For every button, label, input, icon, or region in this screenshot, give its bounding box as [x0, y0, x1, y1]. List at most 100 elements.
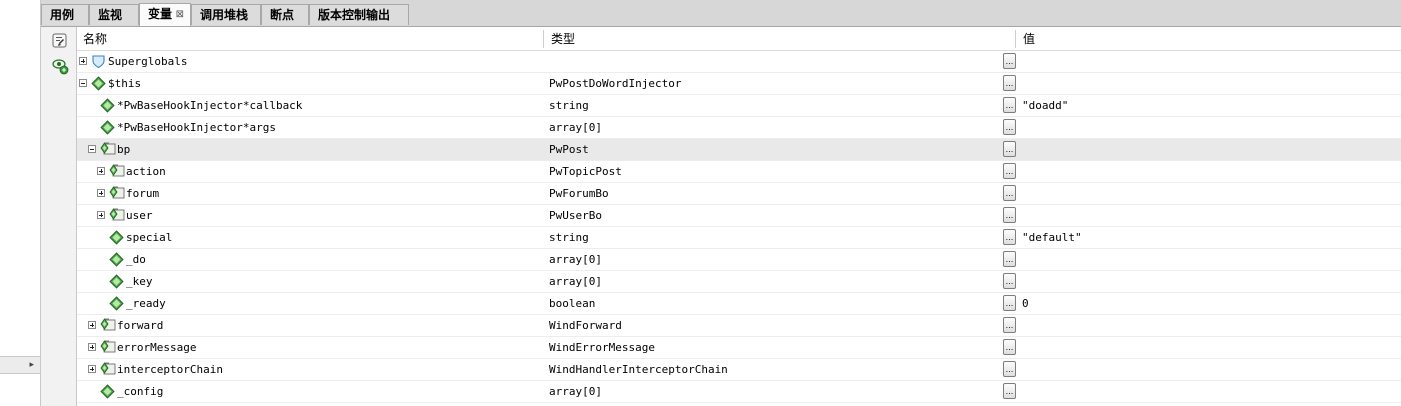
variable-name: action [126, 165, 166, 178]
table-row[interactable]: user PwUserBo... [77, 205, 1401, 227]
edit-value-button[interactable]: ... [1003, 361, 1016, 377]
object-variable-icon [109, 208, 125, 223]
table-row[interactable]: bp PwPost... [77, 139, 1401, 161]
scroll-right-icon[interactable]: ▸ [29, 360, 34, 370]
expand-icon[interactable] [88, 321, 96, 329]
edit-value-button[interactable]: ... [1003, 207, 1016, 223]
object-variable-icon [109, 186, 125, 201]
close-tab-icon[interactable]: ⊠ [176, 4, 184, 25]
tab-1[interactable]: 监视 [89, 4, 139, 25]
edit-value-button[interactable]: ... [1003, 53, 1016, 69]
table-row[interactable]: _key array[0]... [77, 271, 1401, 293]
edit-value-button[interactable]: ... [1003, 97, 1016, 113]
tab-5[interactable]: 版本控制输出 [309, 4, 409, 25]
variable-type: array[0] [549, 121, 602, 134]
variable-icon [109, 252, 124, 267]
edit-value-button[interactable]: ... [1003, 273, 1016, 289]
table-row[interactable]: errorMessage WindErrorMessage... [77, 337, 1401, 359]
object-variable-icon [109, 164, 125, 179]
table-row[interactable]: interceptorChain WindHandlerInterceptorCh… [77, 359, 1401, 381]
variable-name: _key [126, 275, 153, 288]
variable-name: _ready [126, 297, 166, 310]
variable-type: PwUserBo [549, 209, 602, 222]
tab-0[interactable]: 用例 [41, 4, 89, 25]
superglobals-icon [91, 54, 106, 69]
table-row[interactable]: action PwTopicPost... [77, 161, 1401, 183]
variable-icon [91, 76, 106, 91]
variables-toolbar [41, 27, 77, 406]
edit-value-button[interactable]: ... [1003, 141, 1016, 157]
column-divider[interactable] [1015, 30, 1016, 48]
table-row[interactable]: Superglobals... [77, 51, 1401, 73]
variable-value: "doadd" [1022, 99, 1069, 112]
table-row[interactable]: _ready boolean... 0 [77, 293, 1401, 315]
left-panel: ▸ [0, 0, 41, 406]
variable-name: _do [126, 253, 146, 266]
variable-type: array[0] [549, 275, 602, 288]
variable-value: 0 [1022, 297, 1029, 310]
expand-icon[interactable] [88, 343, 96, 351]
edit-value-button[interactable]: ... [1003, 383, 1016, 399]
variable-type: WindHandlerInterceptorChain [549, 363, 728, 376]
expand-icon[interactable] [88, 365, 96, 373]
tab-4[interactable]: 断点 [261, 4, 309, 25]
variable-name: user [126, 209, 153, 222]
variable-type: PwPostDoWordInjector [549, 77, 682, 90]
column-header-type[interactable]: 类型 [545, 28, 1015, 50]
column-header-name[interactable]: 名称 [77, 28, 547, 50]
edit-value-button[interactable]: ... [1003, 163, 1016, 179]
variable-name: interceptorChain [117, 363, 223, 376]
variable-name: Superglobals [108, 55, 188, 68]
edit-value-button[interactable]: ... [1003, 251, 1016, 267]
column-divider[interactable] [543, 30, 544, 48]
expand-icon[interactable] [97, 211, 105, 219]
table-row[interactable]: *PwBaseHookInjector*args array[0]... [77, 117, 1401, 139]
variable-name: special [126, 231, 173, 244]
variable-type: string [549, 99, 589, 112]
variable-type: string [549, 231, 589, 244]
edit-value-button[interactable]: ... [1003, 185, 1016, 201]
tab-2[interactable]: 变量 ⊠ [139, 3, 191, 26]
object-variable-icon [100, 340, 116, 355]
new-watch-icon[interactable] [51, 57, 69, 75]
table-row[interactable]: *PwBaseHookInjector*callback string... "do… [77, 95, 1401, 117]
object-variable-icon [100, 142, 116, 157]
edit-value-button[interactable]: ... [1003, 75, 1016, 91]
variable-name: bp [117, 143, 131, 156]
tab-label: 版本控制输出 [318, 8, 391, 22]
variable-name: *PwBaseHookInjector*args [117, 121, 276, 134]
edit-value-button[interactable]: ... [1003, 339, 1016, 355]
object-variable-icon [100, 362, 116, 377]
expand-icon[interactable] [97, 167, 105, 175]
tab-label: 断点 [270, 8, 295, 22]
variable-icon [109, 274, 124, 289]
variable-name: *PwBaseHookInjector*callback [117, 99, 303, 112]
expand-icon[interactable] [79, 57, 87, 65]
column-header-value[interactable]: 值 [1017, 28, 1397, 50]
edit-value-button[interactable]: ... [1003, 317, 1016, 333]
variables-table-header: 名称 类型 值 [77, 28, 1401, 51]
table-row[interactable]: _config array[0]... [77, 381, 1401, 403]
table-row[interactable]: special string... "default" [77, 227, 1401, 249]
table-row[interactable]: forum PwForumBo... [77, 183, 1401, 205]
variable-type: PwForumBo [549, 187, 609, 200]
tab-3[interactable]: 调用堆栈 [191, 4, 261, 25]
variable-type: array[0] [549, 385, 602, 398]
horizontal-scrollbar[interactable]: ▸ [0, 356, 40, 374]
table-row[interactable]: forward WindForward... [77, 315, 1401, 337]
variable-icon [109, 230, 124, 245]
variables-settings-icon[interactable] [51, 32, 69, 50]
expand-icon[interactable] [97, 189, 105, 197]
edit-value-button[interactable]: ... [1003, 295, 1016, 311]
edit-value-button[interactable]: ... [1003, 119, 1016, 135]
tab-label: 用例 [50, 8, 75, 22]
table-row[interactable]: _do array[0]... [77, 249, 1401, 271]
table-row[interactable]: $this PwPostDoWordInjector... [77, 73, 1401, 95]
edit-value-button[interactable]: ... [1003, 229, 1016, 245]
variable-name: _config [117, 385, 164, 398]
collapse-icon[interactable] [88, 145, 96, 153]
variable-type: boolean [549, 297, 596, 310]
variable-type: array[0] [549, 253, 602, 266]
tab-label: 变量 [148, 7, 173, 21]
collapse-icon[interactable] [79, 79, 87, 87]
